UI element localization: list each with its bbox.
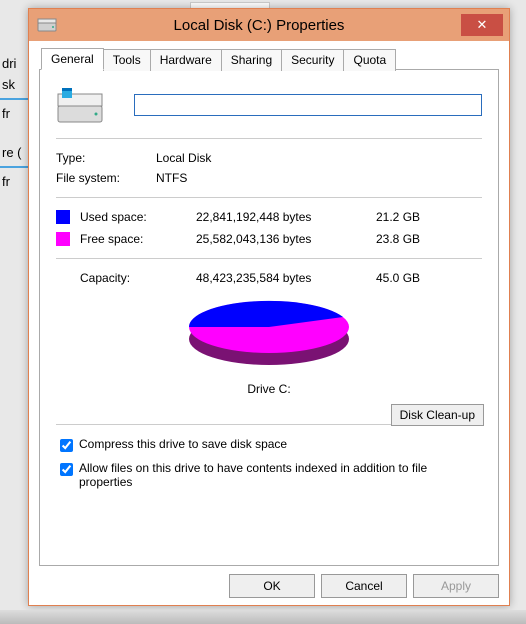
free-space-label: Free space: xyxy=(80,232,196,246)
window-title: Local Disk (C:) Properties xyxy=(57,17,461,34)
taskbar[interactable] xyxy=(0,610,526,624)
tab-quota[interactable]: Quota xyxy=(343,49,396,71)
used-space-swatch xyxy=(56,210,70,224)
type-label: Type: xyxy=(56,151,156,165)
used-space-gb: 21.2 GB xyxy=(376,210,446,224)
separator xyxy=(56,197,482,198)
volume-label-input[interactable] xyxy=(134,94,482,116)
capacity-label: Capacity: xyxy=(80,271,196,285)
capacity-bytes: 48,423,235,584 bytes xyxy=(196,271,376,285)
titlebar[interactable]: Local Disk (C:) Properties ✕ xyxy=(29,9,509,41)
bg-text: sk xyxy=(0,77,28,92)
bg-text: dri xyxy=(0,56,28,71)
tab-hardware[interactable]: Hardware xyxy=(150,49,222,71)
bg-text: fr xyxy=(0,106,28,121)
separator xyxy=(56,258,482,259)
index-label[interactable]: Allow files on this drive to have conten… xyxy=(79,461,482,489)
tab-security[interactable]: Security xyxy=(281,49,344,71)
separator xyxy=(56,138,482,139)
cancel-button[interactable]: Cancel xyxy=(321,574,407,598)
index-checkbox[interactable] xyxy=(60,463,73,476)
used-space-label: Used space: xyxy=(80,210,196,224)
used-space-bytes: 22,841,192,448 bytes xyxy=(196,210,376,224)
filesystem-label: File system: xyxy=(56,171,156,185)
compress-checkbox[interactable] xyxy=(60,439,73,452)
properties-dialog: Local Disk (C:) Properties ✕ General Too… xyxy=(28,8,510,606)
free-space-gb: 23.8 GB xyxy=(376,232,446,246)
close-button[interactable]: ✕ xyxy=(461,14,503,36)
filesystem-value: NTFS xyxy=(156,171,482,185)
ok-button[interactable]: OK xyxy=(229,574,315,598)
tab-general-content: Type: Local Disk File system: NTFS Used … xyxy=(39,69,499,566)
disk-cleanup-button[interactable]: Disk Clean-up xyxy=(391,404,484,426)
tab-tools[interactable]: Tools xyxy=(103,49,151,71)
background-sidebar: dri sk fr re ( fr xyxy=(0,50,28,195)
drive-icon xyxy=(37,17,57,33)
dialog-buttons: OK Cancel Apply xyxy=(29,574,509,606)
drive-label: Drive C: xyxy=(56,382,482,396)
tab-general[interactable]: General xyxy=(41,48,104,70)
tab-strip: General Tools Hardware Sharing Security … xyxy=(41,47,509,69)
tab-sharing[interactable]: Sharing xyxy=(221,49,282,71)
bg-text: re ( xyxy=(0,145,28,160)
apply-button[interactable]: Apply xyxy=(413,574,499,598)
capacity-gb: 45.0 GB xyxy=(376,271,446,285)
disk-usage-pie-chart xyxy=(184,293,354,373)
type-value: Local Disk xyxy=(156,151,482,165)
free-space-swatch xyxy=(56,232,70,246)
drive-large-icon xyxy=(56,84,104,126)
compress-label[interactable]: Compress this drive to save disk space xyxy=(79,437,287,451)
free-space-bytes: 25,582,043,136 bytes xyxy=(196,232,376,246)
bg-text: fr xyxy=(0,174,28,189)
